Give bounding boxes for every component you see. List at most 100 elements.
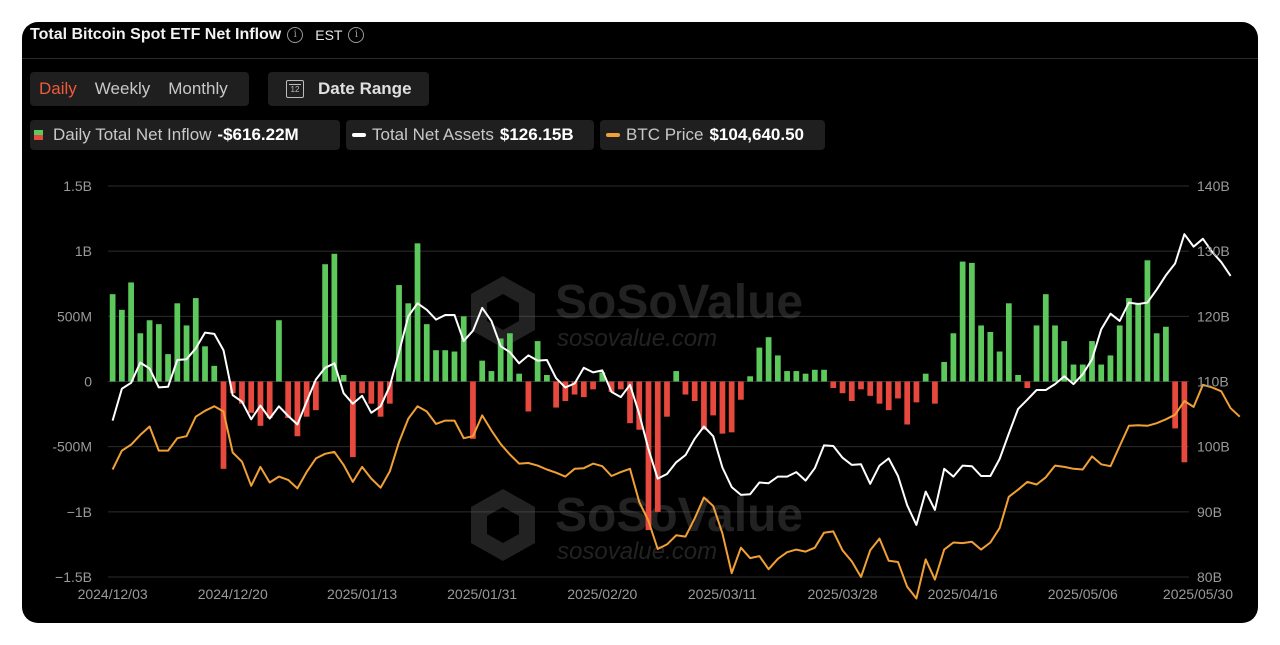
- bar: [830, 381, 837, 389]
- bar: [673, 371, 680, 382]
- bar: [1033, 325, 1040, 382]
- bar: [784, 371, 790, 382]
- bar: [442, 350, 449, 382]
- bar: [654, 381, 661, 512]
- y-right-tick-label: 140B: [1197, 178, 1230, 194]
- bar: [1052, 325, 1058, 382]
- y-right-tick-label: 80B: [1197, 569, 1222, 585]
- bar: [174, 303, 181, 382]
- y-right-tick-label: 100B: [1197, 439, 1230, 455]
- bar: [488, 371, 495, 382]
- bar: [867, 381, 874, 396]
- x-tick-label: 2025/01/13: [327, 586, 397, 602]
- y-left-tick-label: −1.5B: [55, 569, 92, 585]
- bar: [1126, 298, 1132, 382]
- bar: [996, 351, 1003, 382]
- x-tick-label: 2025/03/11: [688, 586, 757, 602]
- bar: [276, 320, 282, 382]
- bar: [987, 331, 994, 382]
- bar: [876, 381, 883, 404]
- bar: [839, 381, 846, 394]
- y-left-tick-label: 1.5B: [63, 178, 92, 194]
- watermark-url: sosovalue.com: [557, 325, 717, 352]
- y-left-tick-label: 1B: [75, 243, 92, 259]
- bar: [220, 381, 227, 469]
- logo-icon: SoSoValuesosovalue.com: [471, 489, 803, 565]
- bar: [701, 381, 707, 430]
- bar: [165, 354, 171, 382]
- bar: [904, 381, 911, 425]
- bar: [1172, 381, 1179, 429]
- bar: [479, 360, 486, 382]
- bar: [590, 381, 596, 390]
- bar: [765, 337, 772, 382]
- bar: [969, 262, 975, 382]
- logo-icon: SoSoValuesosovalue.com: [471, 276, 803, 352]
- bar: [756, 347, 763, 382]
- x-tick-label: 2024/12/03: [78, 586, 148, 602]
- bar: [257, 381, 264, 426]
- bar: [617, 381, 624, 390]
- bar: [507, 333, 513, 382]
- bar: [423, 324, 430, 382]
- bar: [747, 376, 753, 382]
- bar: [294, 381, 301, 437]
- x-tick-label: 2025/05/30: [1163, 586, 1233, 602]
- bar: [913, 381, 920, 403]
- bar: [1042, 294, 1049, 382]
- bar: [525, 381, 532, 412]
- bar: [359, 381, 365, 394]
- bar: [1181, 381, 1188, 463]
- bar: [710, 381, 717, 416]
- bar: [664, 381, 670, 417]
- y-right-tick-label: 120B: [1197, 308, 1230, 324]
- bar: [719, 381, 726, 434]
- bar: [774, 355, 781, 382]
- bar: [1135, 303, 1142, 382]
- bar: [118, 309, 125, 382]
- bar: [858, 381, 864, 390]
- bar: [978, 325, 984, 382]
- x-tick-label: 2025/01/31: [447, 586, 517, 602]
- bar: [1144, 260, 1151, 382]
- y-left-tick-label: −1B: [67, 504, 92, 520]
- bar: [802, 373, 809, 382]
- bar: [1116, 325, 1123, 382]
- bar: [885, 381, 892, 411]
- bar: [1005, 303, 1012, 382]
- bar: [922, 373, 929, 382]
- bar: [183, 325, 190, 382]
- x-tick-label: 2024/12/20: [198, 586, 268, 602]
- bar: [211, 365, 218, 382]
- bar: [1015, 374, 1021, 382]
- chart-area[interactable]: SoSoValuesosovalue.comSoSoValuesosovalue…: [22, 22, 1258, 623]
- bar: [544, 374, 550, 382]
- y-right-tick-label: 110B: [1197, 374, 1229, 390]
- x-tick-label: 2025/05/06: [1048, 586, 1118, 602]
- bar: [137, 333, 144, 382]
- y-right-tick-label: 130B: [1197, 243, 1230, 259]
- bar: [1098, 364, 1105, 382]
- y-left-tick-label: 500M: [57, 308, 92, 324]
- bar: [460, 316, 467, 382]
- bar: [941, 361, 948, 382]
- bar: [1153, 333, 1160, 382]
- bar: [580, 381, 587, 398]
- bar: [691, 381, 698, 402]
- chart-panel: Total Bitcoin Spot ETF Net Inflow i EST …: [22, 22, 1258, 623]
- bar: [738, 381, 744, 400]
- bar: [414, 243, 421, 382]
- bar: [349, 381, 356, 458]
- bar: [553, 381, 559, 408]
- bar: [155, 324, 162, 382]
- bar: [1163, 326, 1169, 382]
- watermark-url: sosovalue.com: [557, 538, 717, 565]
- bar: [1070, 364, 1077, 382]
- bar: [1024, 381, 1031, 389]
- bar: [266, 381, 273, 418]
- bar: [811, 369, 818, 382]
- bar: [821, 369, 827, 382]
- bar: [895, 381, 901, 399]
- bar: [396, 285, 402, 382]
- watermark-brand: SoSoValue: [555, 276, 803, 329]
